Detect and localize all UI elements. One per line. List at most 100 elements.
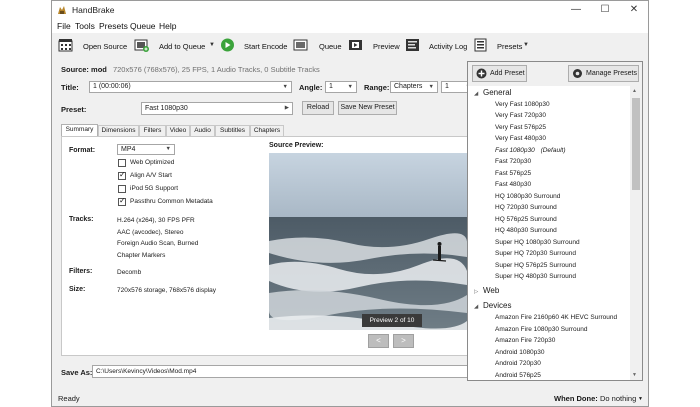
- add-queue-icon: [134, 39, 149, 52]
- preset-item[interactable]: Super HQ 1080p30 Surround: [495, 239, 580, 246]
- source-label: Source:: [61, 65, 89, 74]
- preset-item[interactable]: Very Fast 576p25: [495, 124, 546, 131]
- passthru-metadata-label: Passthru Common Metadata: [130, 198, 213, 205]
- angle-select[interactable]: 1 ▼: [325, 81, 357, 93]
- preset-item[interactable]: Very Fast 1080p30: [495, 101, 550, 108]
- preview-previous-button[interactable]: <: [368, 334, 389, 348]
- save-as-label: Save As:: [61, 368, 93, 377]
- title-label: Title:: [61, 83, 79, 92]
- handbrake-app-icon: [58, 6, 66, 14]
- title-select-value: 1 (00:00:06): [93, 83, 131, 90]
- title-select[interactable]: 1 (00:00:06) ▼: [89, 81, 292, 93]
- preset-item-selected[interactable]: Fast 1080p30 (Default): [495, 147, 566, 154]
- preset-item[interactable]: HQ 1080p30 Surround: [495, 193, 560, 200]
- menu-help[interactable]: Help: [159, 21, 176, 31]
- passthru-metadata-checkbox[interactable]: [118, 196, 126, 206]
- save-new-preset-button[interactable]: Save New Preset: [338, 101, 397, 115]
- when-done-caret-icon[interactable]: ▼: [638, 396, 643, 402]
- range-type-select[interactable]: Chapters ▼: [390, 81, 438, 93]
- tab-filters[interactable]: Filters: [139, 125, 166, 136]
- title-bar: HandBrake — ☐ ✕: [52, 1, 648, 19]
- menu-tools[interactable]: Tools: [75, 21, 95, 31]
- window-title: HandBrake: [72, 5, 115, 15]
- preset-item[interactable]: Android 720p30: [495, 360, 541, 367]
- gear-icon: [573, 69, 582, 78]
- add-to-queue-label: Add to Queue: [159, 42, 206, 51]
- tab-subtitles[interactable]: Subtitles: [215, 125, 250, 136]
- preset-item[interactable]: Amazon Fire 1080p30 Surround: [495, 326, 588, 333]
- preview-next-button[interactable]: >: [393, 334, 414, 348]
- chevron-down-icon: ▼: [428, 84, 434, 90]
- preset-item[interactable]: Fast 480p30: [495, 181, 531, 188]
- preset-item[interactable]: Android 576p25: [495, 372, 541, 379]
- preset-item[interactable]: Super HQ 576p25 Surround: [495, 262, 576, 269]
- scrollbar-thumb[interactable]: [632, 98, 640, 190]
- save-as-input[interactable]: C:\Users\Kevincy\Videos\Mod.mp4: [92, 365, 468, 378]
- play-icon: [221, 38, 234, 52]
- open-source-label: Open Source: [83, 42, 128, 51]
- presets-label: Presets: [497, 42, 523, 51]
- preset-group-web[interactable]: ▷ Web: [474, 286, 499, 295]
- add-preset-button[interactable]: Add Preset: [472, 65, 527, 82]
- preview-film-icon: [349, 40, 362, 50]
- maximize-button[interactable]: ☐: [591, 1, 619, 19]
- preset-item[interactable]: HQ 480p30 Surround: [495, 227, 557, 234]
- preset-group-web-label: Web: [483, 286, 500, 295]
- scroll-up-icon[interactable]: ▲: [632, 88, 637, 94]
- add-queue-caret-icon[interactable]: ▼: [209, 42, 215, 48]
- preset-item[interactable]: Super HQ 720p30 Surround: [495, 250, 576, 257]
- manage-presets-button[interactable]: Manage Presets: [568, 65, 639, 82]
- preset-item[interactable]: HQ 576p25 Surround: [495, 216, 557, 223]
- tab-chapters[interactable]: Chapters: [250, 125, 284, 136]
- menu-file[interactable]: File: [57, 21, 71, 31]
- preset-item[interactable]: Fast 720p30: [495, 158, 531, 165]
- preview-label: Preview: [373, 42, 400, 51]
- web-optimized-checkbox[interactable]: [118, 159, 126, 167]
- close-button[interactable]: ✕: [620, 1, 648, 19]
- preset-group-devices[interactable]: ◢ Devices: [474, 301, 511, 310]
- format-select[interactable]: MP4 ▼: [117, 144, 175, 155]
- tab-summary[interactable]: Summary: [61, 124, 98, 136]
- queue-icon: [293, 39, 308, 51]
- presets-pane: Add Preset Manage Presets ◢ General Very …: [467, 61, 643, 381]
- align-av-checkbox[interactable]: [118, 170, 126, 180]
- activity-log-label: Activity Log: [429, 42, 468, 51]
- preset-item[interactable]: Very Fast 720p30: [495, 112, 546, 119]
- tab-dimensions[interactable]: Dimensions: [98, 125, 139, 136]
- queue-label: Queue: [319, 42, 342, 51]
- preset-group-general[interactable]: ◢ General: [474, 88, 511, 97]
- reload-button[interactable]: Reload: [302, 101, 334, 115]
- collapsed-triangle-icon: ▷: [474, 289, 479, 295]
- preset-item[interactable]: Very Fast 480p30: [495, 135, 546, 142]
- preset-item[interactable]: Amazon Fire 2160p60 4K HEVC Surround: [495, 314, 617, 321]
- chevron-right-icon: ▶: [284, 105, 289, 111]
- format-select-value: MP4: [121, 146, 136, 153]
- when-done-select[interactable]: Do nothing: [600, 394, 636, 403]
- preset-item[interactable]: Super HQ 480p30 Surround: [495, 273, 576, 280]
- track-subtitle: Foreign Audio Scan, Burned: [117, 240, 199, 247]
- presets-pane-toolbar: Add Preset Manage Presets: [468, 62, 642, 86]
- tab-audio[interactable]: Audio: [190, 125, 215, 136]
- source-name: mod: [91, 65, 107, 74]
- preset-list-scrollbar[interactable]: ▲ ▼: [630, 86, 642, 380]
- ipod-support-checkbox[interactable]: [118, 185, 126, 193]
- handbrake-window: HandBrake — ☐ ✕ File Tools Presets Queue…: [51, 0, 649, 407]
- format-label: Format:: [69, 147, 96, 154]
- preset-item[interactable]: Android 1080p30: [495, 349, 545, 356]
- preset-item[interactable]: HQ 720p30 Surround: [495, 204, 557, 211]
- minimize-button[interactable]: —: [562, 1, 590, 19]
- menu-queue[interactable]: Queue: [130, 21, 156, 31]
- preset-item[interactable]: Fast 576p25: [495, 170, 531, 177]
- source-preview-image: [269, 153, 467, 330]
- size-label: Size:: [69, 286, 86, 293]
- terminal-icon: [406, 39, 419, 51]
- preview-counter-badge: Preview 2 of 10: [362, 314, 422, 327]
- menu-presets[interactable]: Presets: [99, 21, 128, 31]
- preset-select[interactable]: Fast 1080p30 ▶: [141, 102, 293, 115]
- tab-video[interactable]: Video: [166, 125, 190, 136]
- web-optimized-label: Web Optimized: [130, 159, 175, 166]
- scroll-down-icon[interactable]: ▼: [632, 372, 637, 378]
- presets-caret-icon[interactable]: ▼: [523, 42, 529, 48]
- preset-item[interactable]: Amazon Fire 720p30: [495, 337, 555, 344]
- align-av-label: Align A/V Start: [130, 172, 172, 179]
